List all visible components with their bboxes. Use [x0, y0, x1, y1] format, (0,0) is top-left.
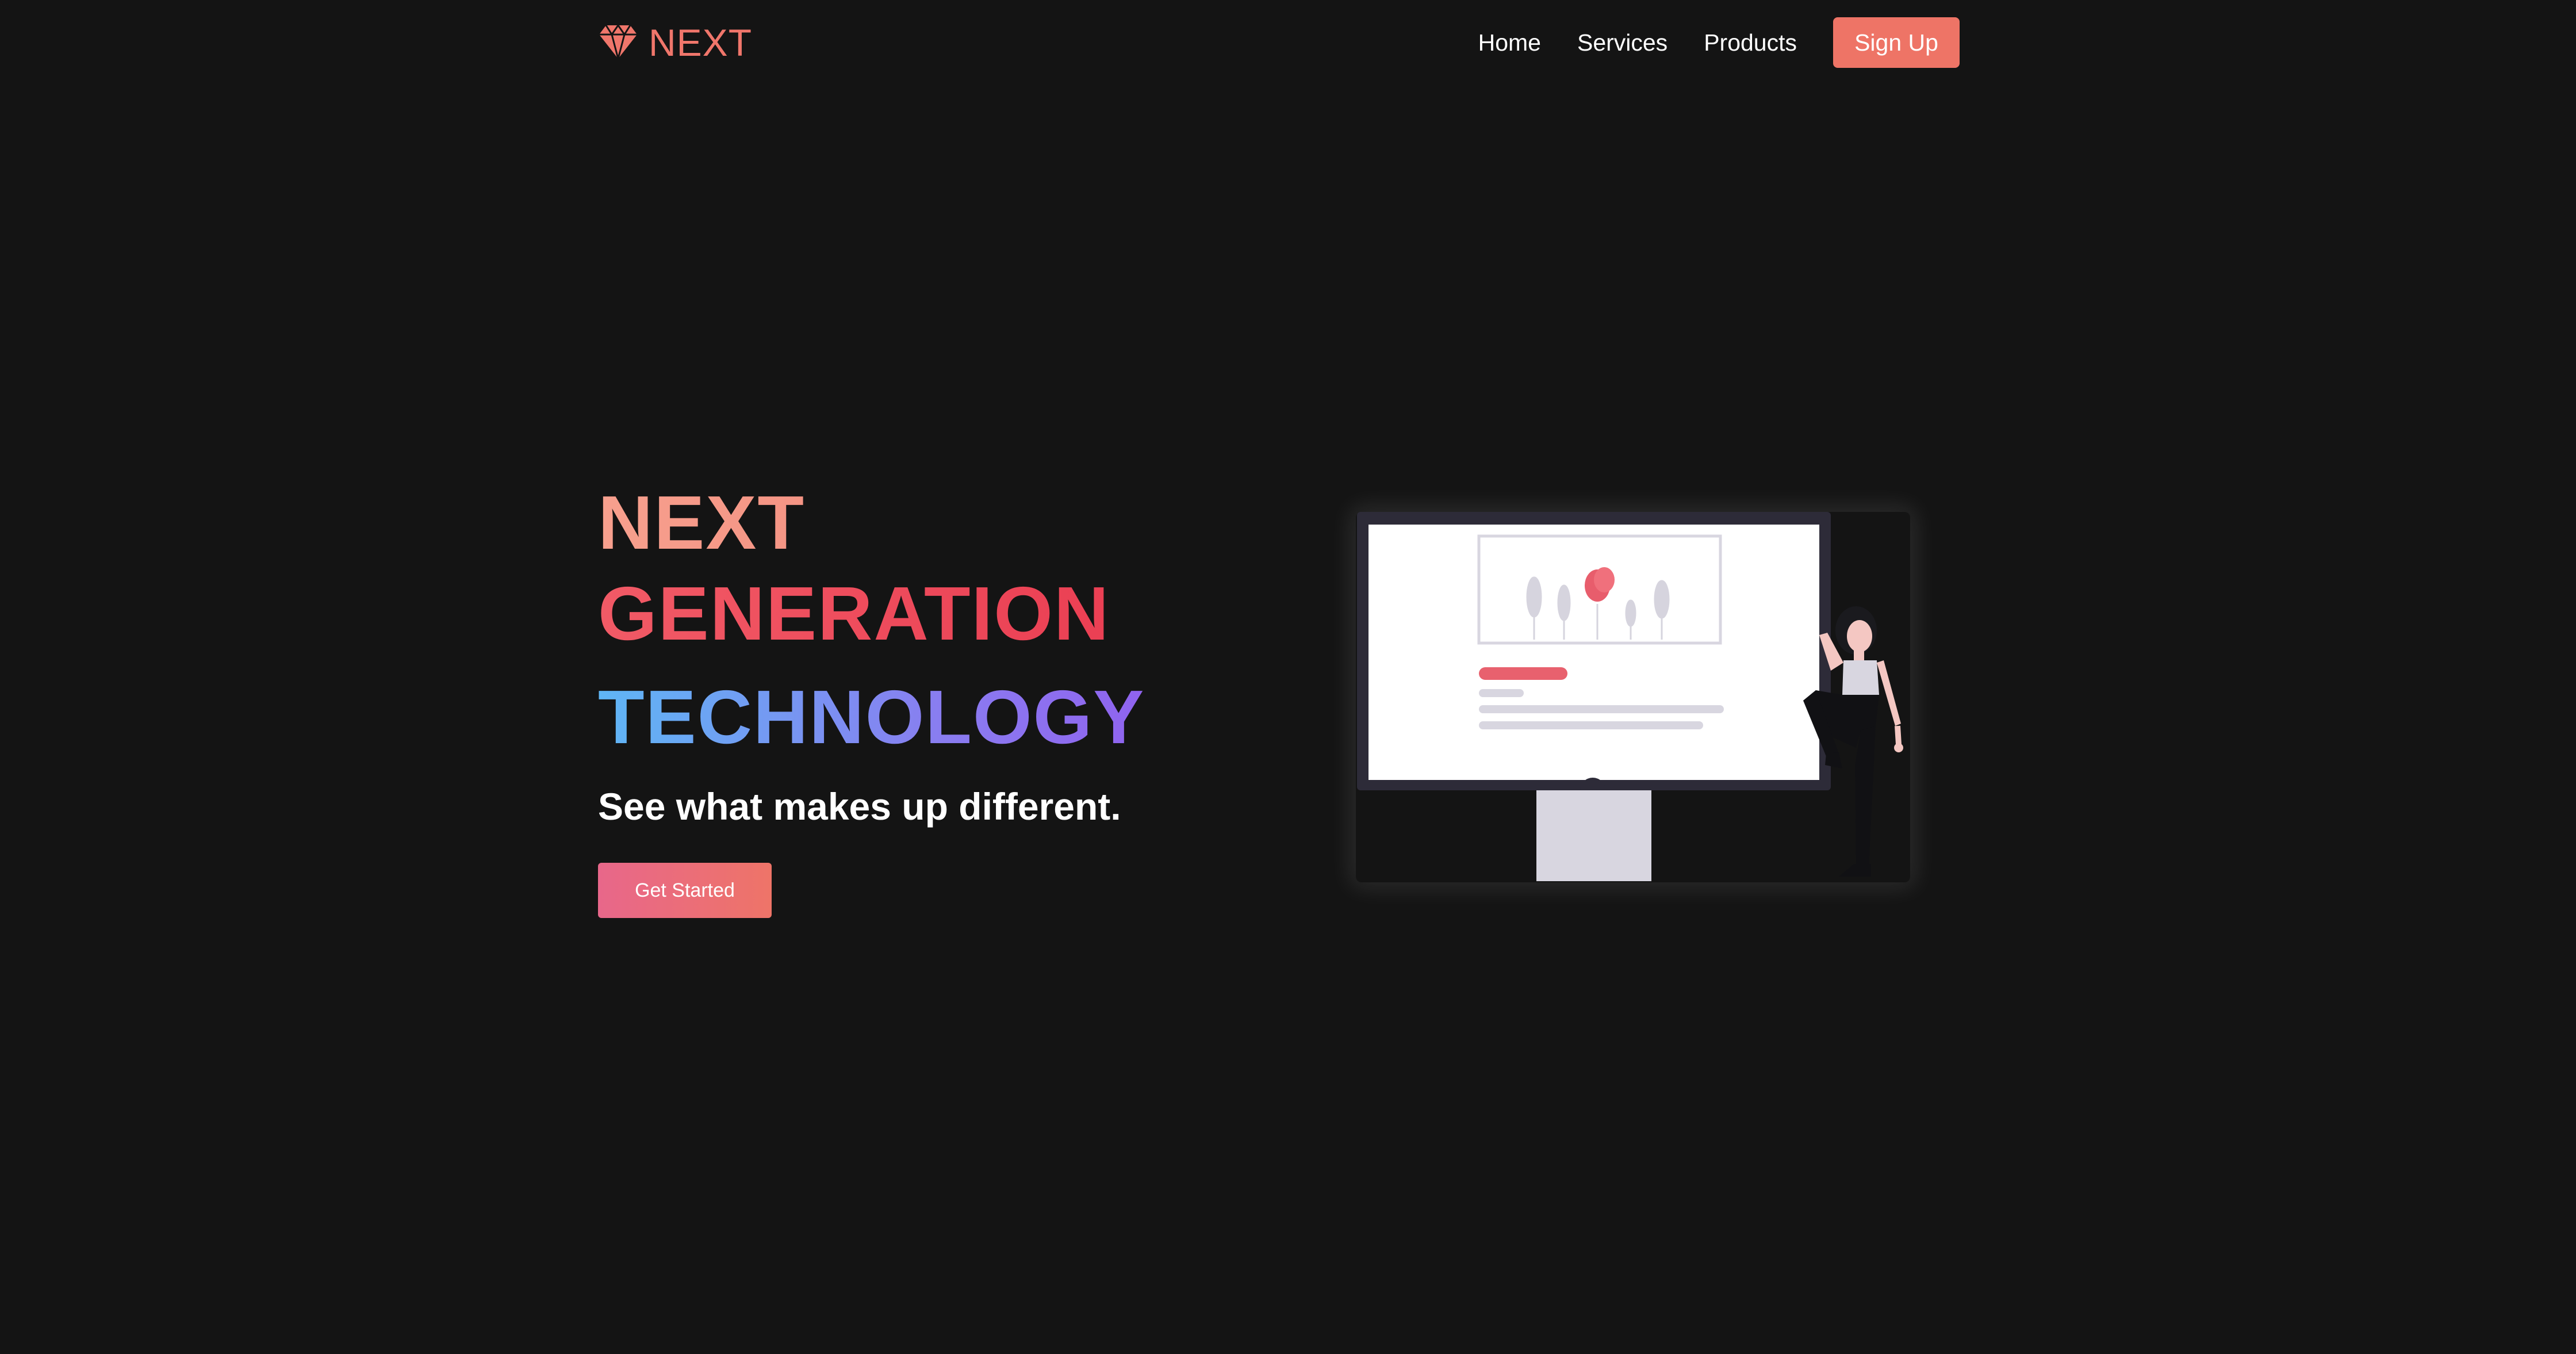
screen-heading-bar — [1479, 667, 1567, 680]
nav-links: Home Services Products Sign Up — [1478, 17, 1960, 68]
screen-text-bar-1 — [1479, 689, 1524, 697]
logo-text: NEXT — [649, 21, 753, 64]
hero-text: NEXT GENERATION TECHNOLOGY See what make… — [598, 477, 1230, 918]
hero-illustration — [1356, 512, 1910, 882]
nav-link-products[interactable]: Products — [1704, 17, 1797, 68]
hero-title-line-2: GENERATION — [598, 568, 1230, 659]
presentation-illustration — [1357, 512, 1903, 881]
hero-title-line-3: TECHNOLOGY — [598, 672, 1230, 763]
navbar: NEXT Home Services Products Sign Up — [598, 17, 1960, 68]
nav-link-home[interactable]: Home — [1478, 17, 1541, 68]
landing-page: NEXT Home Services Products Sign Up NEXT… — [0, 0, 2576, 1354]
diamond-icon — [598, 23, 638, 63]
hero-subtitle: See what makes up different. — [598, 785, 1121, 828]
get-started-button[interactable]: Get Started — [598, 863, 772, 918]
screen-text-bar-2 — [1479, 705, 1724, 713]
screen-text-bar-3 — [1479, 721, 1703, 729]
monitor-screen — [1368, 525, 1819, 780]
monitor-stand — [1536, 790, 1651, 881]
sign-up-button[interactable]: Sign Up — [1833, 17, 1960, 68]
hero-title-line-1: NEXT — [598, 477, 1230, 568]
logo[interactable]: NEXT — [598, 22, 752, 63]
nav-link-services[interactable]: Services — [1577, 17, 1667, 68]
